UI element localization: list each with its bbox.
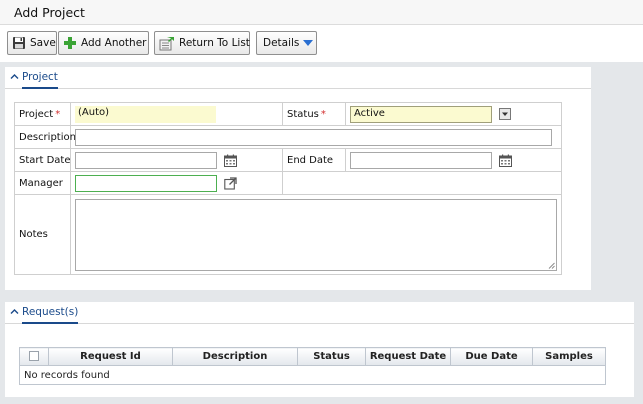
save-button-label: Save [30,37,56,49]
notes-label-cell: Notes [14,194,71,275]
notes-label: Notes [19,229,48,240]
resize-grip-icon[interactable] [548,262,555,269]
start-date-label: Start Date [19,154,71,166]
column-header-status[interactable]: Status [297,347,366,366]
status-value-cell: Active [345,102,562,126]
dropdown-arrow-icon[interactable] [499,108,512,120]
notes-textarea[interactable] [75,198,557,271]
add-another-button-label: Add Another [81,37,147,49]
project-section-header[interactable]: Project [5,67,591,89]
project-value-cell: (Auto) [70,102,283,126]
details-dropdown-button[interactable]: Details [256,31,317,55]
project-id-field: (Auto) [75,105,216,123]
calendar-icon[interactable] [499,154,513,167]
content-area: Project Project * (Auto) Status * Active… [0,62,643,404]
end-date-label: End Date [287,154,334,166]
toolbar: Save Add Another Return To List Details [0,26,643,61]
details-button-label: Details [263,37,300,49]
manager-label: Manager [19,177,63,189]
column-header-samples[interactable]: Samples [532,347,606,366]
project-form: Project * (Auto) Status * Active Descrip… [14,102,562,275]
required-marker: * [55,108,61,120]
column-header-request-id[interactable]: Request Id [48,347,173,366]
notes-value-cell [70,194,562,275]
add-another-button[interactable]: Add Another [58,31,149,55]
description-value-cell [70,125,562,149]
calendar-icon[interactable] [224,154,238,167]
return-to-list-button-label: Return To List [179,37,250,49]
status-label-cell: Status * [282,102,346,126]
column-header-request-date[interactable]: Request Date [365,347,451,366]
table-row: No records found [19,365,606,385]
start-date-value-cell [70,148,283,172]
form-row: Manager [14,171,562,195]
start-date-input[interactable] [75,151,217,169]
select-all-header[interactable] [19,347,49,366]
external-link-icon[interactable] [224,176,237,190]
start-date-label-cell: Start Date [14,148,71,172]
plus-icon [64,37,76,49]
requests-section: Request(s) Request Id Description Status… [5,302,634,397]
form-row: Notes [14,194,562,275]
project-section: Project Project * (Auto) Status * Active… [5,67,591,290]
form-row: Start Date End Date [14,148,562,172]
floppy-disk-icon [13,37,25,49]
project-label-cell: Project * [14,102,71,126]
return-to-list-button[interactable]: Return To List [154,31,250,55]
end-date-input[interactable] [350,151,492,169]
manager-value-cell [70,171,283,195]
manager-input[interactable] [75,174,217,192]
column-header-due-date[interactable]: Due Date [450,347,533,366]
status-label: Status [287,108,319,120]
requests-section-header[interactable]: Request(s) [5,302,634,324]
project-label: Project [19,108,54,120]
description-label-cell: Description [14,125,76,149]
description-label: Description [19,131,76,143]
requests-grid: Request Id Description Status Request Da… [19,347,606,385]
title-bar: Add Project [0,0,643,25]
chevron-up-icon[interactable] [10,72,19,81]
form-row: Project * (Auto) Status * Active [14,102,562,126]
requests-section-tab[interactable]: Request(s) [22,306,79,324]
grid-header-row: Request Id Description Status Request Da… [19,347,606,366]
end-date-label-cell: End Date [282,148,346,172]
return-list-icon [159,36,174,50]
no-records-message: No records found [19,365,606,385]
column-header-description[interactable]: Description [172,347,298,366]
end-date-value-cell [345,148,562,172]
empty-cell [282,171,562,195]
description-input[interactable] [75,128,552,146]
manager-label-cell: Manager [14,171,71,195]
select-all-checkbox[interactable] [29,351,39,361]
chevron-up-icon[interactable] [10,307,19,316]
status-select[interactable]: Active [350,105,492,123]
save-button[interactable]: Save [7,31,57,55]
page-title: Add Project [14,5,85,20]
required-marker: * [320,108,326,120]
chevron-down-icon [303,40,314,46]
form-row: Description [14,125,562,149]
project-section-tab[interactable]: Project [22,71,58,89]
